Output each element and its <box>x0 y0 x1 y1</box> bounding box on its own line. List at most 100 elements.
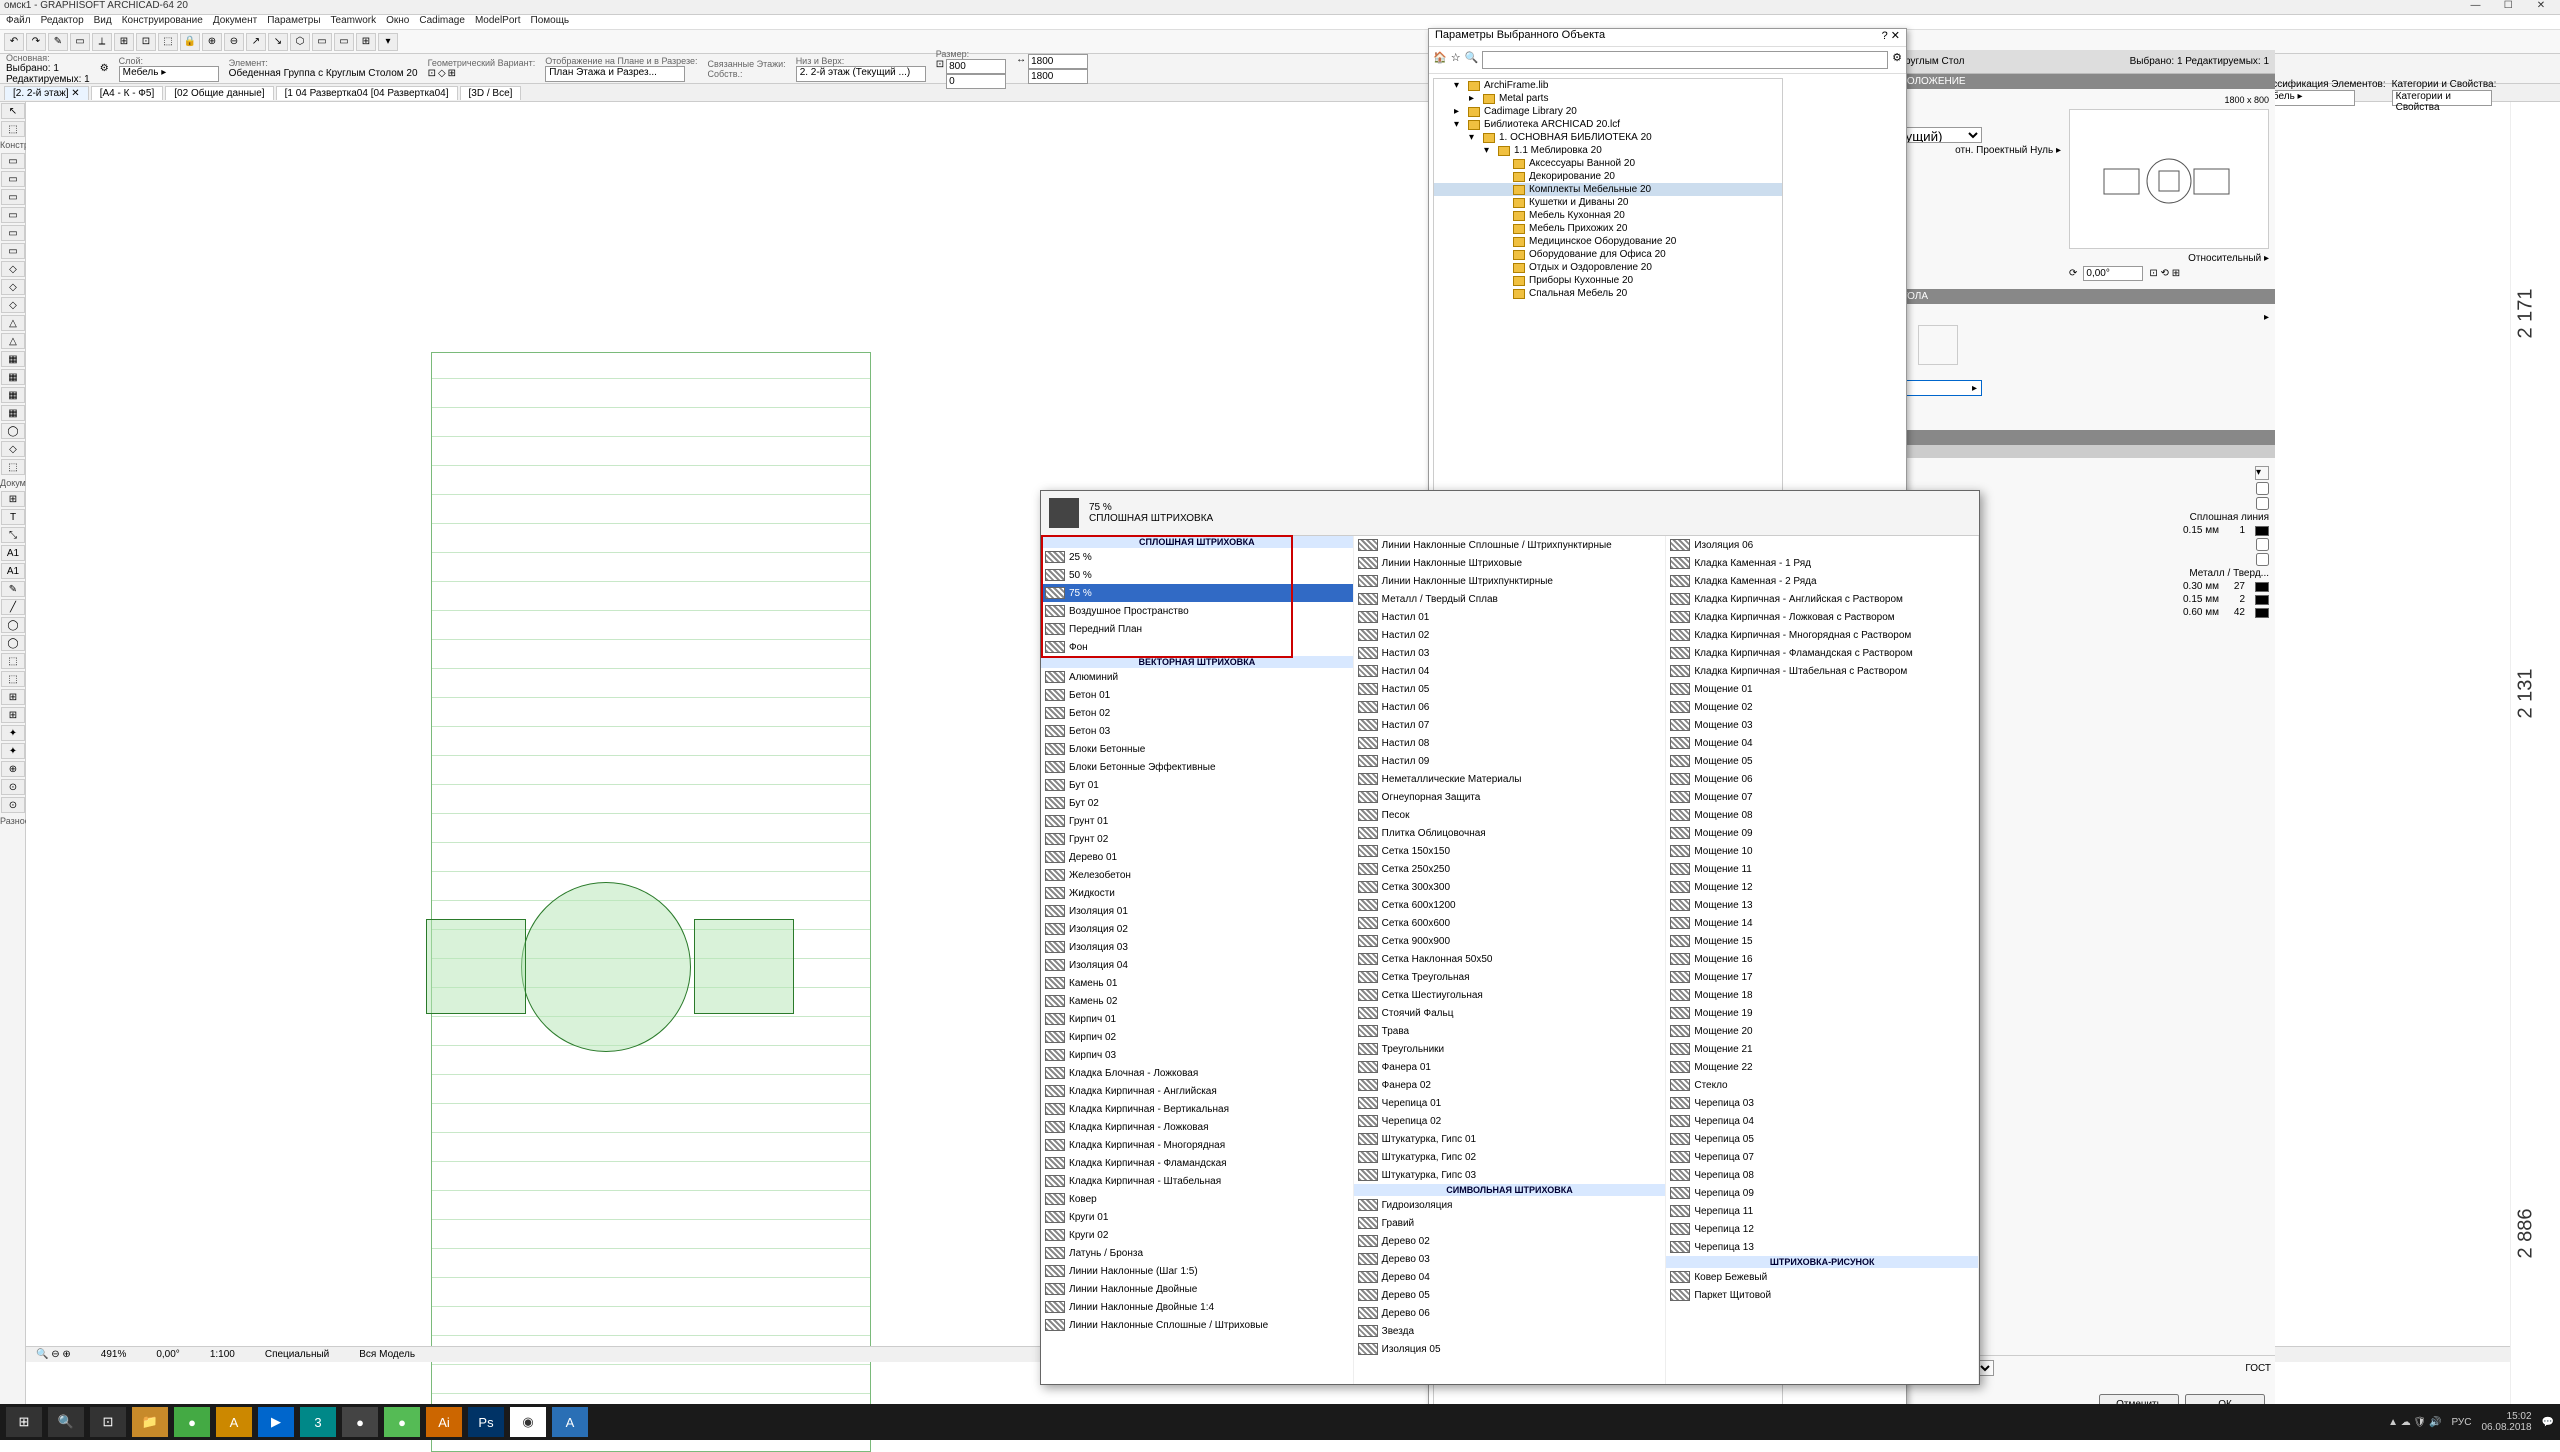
fill-item[interactable]: Мощение 06 <box>1666 770 1978 788</box>
fill-item[interactable]: Кладка Кирпичная - Многорядная с Раствор… <box>1666 626 1978 644</box>
fill-item[interactable]: Паркет Щитовой <box>1666 1286 1978 1304</box>
search-opts[interactable]: ⚙ <box>1892 51 1902 69</box>
fill-item[interactable]: Кладка Кирпичная - Ложковая <box>1041 1118 1353 1136</box>
tool-button[interactable]: ▦ <box>1 351 25 367</box>
fill-item[interactable]: Песок <box>1354 806 1666 824</box>
geom-opt[interactable]: ⊡ <box>428 68 436 79</box>
fill-item[interactable]: Сетка 250x250 <box>1354 860 1666 878</box>
fill-item[interactable]: Бут 01 <box>1041 776 1353 794</box>
fill-item[interactable]: Черепица 05 <box>1666 1130 1978 1148</box>
fill-item[interactable]: Линии Наклонные Штриховые <box>1354 554 1666 572</box>
tree-item[interactable]: ▾1.1 Меблировка 20 <box>1434 144 1782 157</box>
toolbar-btn[interactable]: ↗ <box>246 33 266 51</box>
fill-item[interactable]: Ковер Бежевый <box>1666 1268 1978 1286</box>
tool-button[interactable]: ▭ <box>1 243 25 259</box>
tool-button[interactable]: ◯ <box>1 423 25 439</box>
toolbar-btn[interactable]: ⊖ <box>224 33 244 51</box>
toolbar-btn[interactable]: ⬡ <box>290 33 310 51</box>
view-folder-btn[interactable]: 🏠 <box>1433 51 1447 69</box>
tray-icons[interactable]: ▲ ☁ 🛡 🔊 <box>2388 1417 2441 1428</box>
tool-button[interactable]: ⊕ <box>1 761 25 777</box>
fill-item[interactable]: Настил 02 <box>1354 626 1666 644</box>
fill-item[interactable]: Сетка 600x1200 <box>1354 896 1666 914</box>
fill-item[interactable]: Черепица 01 <box>1354 1094 1666 1112</box>
fill-item[interactable]: Дерево 04 <box>1354 1268 1666 1286</box>
fill-item[interactable]: Линии Наклонные Сплошные / Штрихпунктирн… <box>1354 536 1666 554</box>
view-fav-btn[interactable]: ☆ <box>1451 51 1461 69</box>
fill-item[interactable]: Дерево 03 <box>1354 1250 1666 1268</box>
fill-item[interactable]: Штукатурка, Гипс 02 <box>1354 1148 1666 1166</box>
tool-button[interactable]: ⬚ <box>1 653 25 669</box>
app-button[interactable]: ● <box>384 1407 420 1437</box>
fill-item[interactable]: Камень 02 <box>1041 992 1353 1010</box>
fill-item[interactable]: Штукатурка, Гипс 01 <box>1354 1130 1666 1148</box>
tool-button[interactable]: ▦ <box>1 405 25 421</box>
fill-item[interactable]: Черепица 13 <box>1666 1238 1978 1256</box>
fill-item[interactable]: Кладка Блочная - Ложковая <box>1041 1064 1353 1082</box>
fill-item[interactable]: Воздушное Пространство <box>1041 602 1353 620</box>
fill-item[interactable]: Кирпич 02 <box>1041 1028 1353 1046</box>
fill-item[interactable]: Черепица 04 <box>1666 1112 1978 1130</box>
tree-item[interactable]: Декорирование 20 <box>1434 170 1782 183</box>
fill-item[interactable]: Кладка Каменная - 1 Ряд <box>1666 554 1978 572</box>
fill-item[interactable]: Мощение 01 <box>1666 680 1978 698</box>
tool-button[interactable]: A1 <box>1 563 25 579</box>
toolbar-btn[interactable]: ▭ <box>70 33 90 51</box>
fill-item[interactable]: Алюминий <box>1041 668 1353 686</box>
fill-item[interactable]: Черепица 09 <box>1666 1184 1978 1202</box>
tool-button[interactable]: △ <box>1 333 25 349</box>
toolbar-btn[interactable]: ▭ <box>334 33 354 51</box>
layer-selector[interactable]: Мебель ▸ <box>119 66 219 82</box>
toolbar-btn[interactable]: ↷ <box>26 33 46 51</box>
explorer-button[interactable]: 📁 <box>132 1407 168 1437</box>
fill-item[interactable]: Бут 02 <box>1041 794 1353 812</box>
fill-item[interactable]: Настил 05 <box>1354 680 1666 698</box>
fill-item[interactable]: Настил 04 <box>1354 662 1666 680</box>
fill-item[interactable]: Мощение 14 <box>1666 914 1978 932</box>
fill-item[interactable]: Черепица 02 <box>1354 1112 1666 1130</box>
menu-item[interactable]: Помощь <box>531 15 570 29</box>
tool-button[interactable]: △ <box>1 315 25 331</box>
fill-item[interactable]: Камень 01 <box>1041 974 1353 992</box>
fill-item[interactable]: Настил 07 <box>1354 716 1666 734</box>
fill-item[interactable]: Мощение 08 <box>1666 806 1978 824</box>
fill-item[interactable]: Блоки Бетонные Эффективные <box>1041 758 1353 776</box>
settings-btn[interactable]: ⚙ <box>100 63 109 74</box>
dim1[interactable] <box>1028 54 1088 69</box>
tool-button[interactable]: ⊙ <box>1 797 25 813</box>
fill-item[interactable]: Гидроизоляция <box>1354 1196 1666 1214</box>
tool-button[interactable]: T <box>1 509 25 525</box>
fill-item[interactable]: Изоляция 05 <box>1354 1340 1666 1358</box>
fill-item[interactable]: Мощение 18 <box>1666 986 1978 1004</box>
fill-item[interactable]: Кирпич 01 <box>1041 1010 1353 1028</box>
app-button[interactable]: ● <box>342 1407 378 1437</box>
fill-item[interactable]: Черепица 11 <box>1666 1202 1978 1220</box>
fill-item[interactable]: Кладка Кирпичная - Фламандская с Раствор… <box>1666 644 1978 662</box>
toolbar-btn[interactable]: ⊡ <box>136 33 156 51</box>
tool-button[interactable]: ⤡ <box>1 527 25 543</box>
fill-item[interactable]: Сетка 600x600 <box>1354 914 1666 932</box>
fill-item[interactable]: Изоляция 04 <box>1041 956 1353 974</box>
fill-item[interactable]: Огнеупорная Защита <box>1354 788 1666 806</box>
tool-button[interactable]: ✦ <box>1 743 25 759</box>
fill-item[interactable]: Мощение 20 <box>1666 1022 1978 1040</box>
fill-item[interactable]: 25 % <box>1041 548 1353 566</box>
chrome-button[interactable]: ◉ <box>510 1407 546 1437</box>
close-button[interactable]: ✕ <box>2526 0 2556 11</box>
fill-column-2[interactable]: Линии Наклонные Сплошные / Штрихпунктирн… <box>1354 536 1667 1384</box>
search-button[interactable]: 🔍 <box>48 1407 84 1437</box>
tree-item[interactable]: Отдых и Оздоровление 20 <box>1434 261 1782 274</box>
fill-item[interactable]: Кладка Кирпичная - Многорядная <box>1041 1136 1353 1154</box>
fill-item[interactable]: Кладка Кирпичная - Ложковая с Раствором <box>1666 608 1978 626</box>
doc-tab[interactable]: [1 04 Развертка04 [04 Развертка04] <box>276 86 458 100</box>
tree-item[interactable]: Спальная Мебель 20 <box>1434 287 1782 300</box>
fill-item[interactable]: Изоляция 01 <box>1041 902 1353 920</box>
tool-button[interactable]: ⬚ <box>1 671 25 687</box>
fill-item[interactable]: Фон <box>1041 638 1353 656</box>
tool-button[interactable]: ⊞ <box>1 689 25 705</box>
tool-button[interactable]: ⊙ <box>1 779 25 795</box>
fill-item[interactable]: Сетка Наклонная 50x50 <box>1354 950 1666 968</box>
fill-item[interactable]: Настил 06 <box>1354 698 1666 716</box>
fill-item[interactable]: Линии Наклонные Двойные 1:4 <box>1041 1298 1353 1316</box>
tool-button[interactable]: ◇ <box>1 297 25 313</box>
